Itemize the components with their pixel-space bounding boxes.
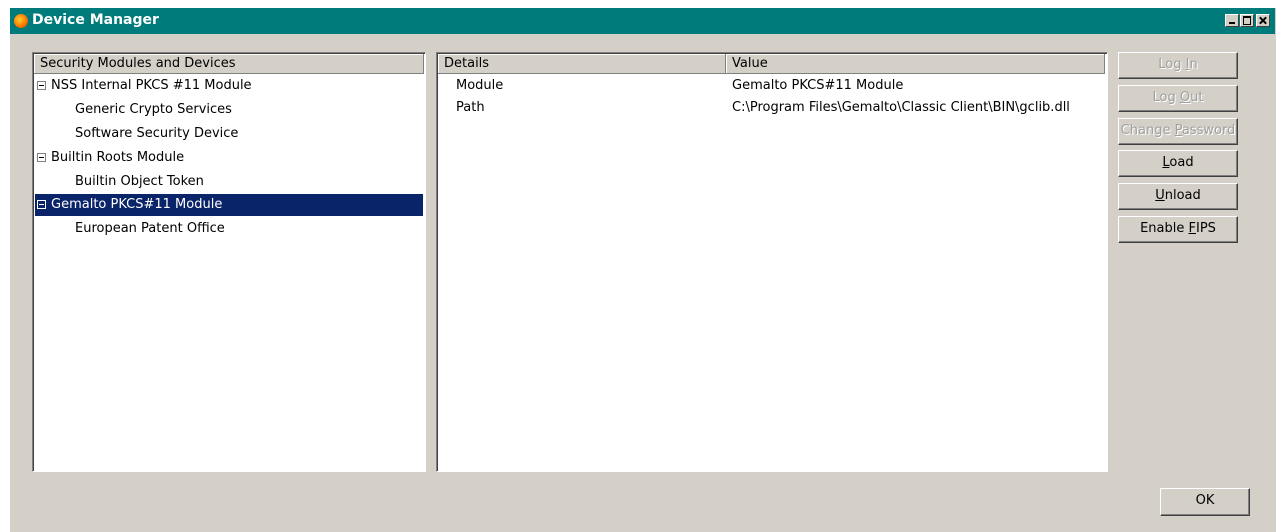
- window-title: Device Manager: [32, 12, 159, 28]
- button-label-part: IPS: [1195, 221, 1216, 236]
- button-accelerator: F: [1188, 221, 1196, 236]
- collapse-icon[interactable]: [37, 153, 46, 162]
- modules-tree-panel[interactable]: Security Modules and Devices NSS Interna…: [32, 52, 426, 472]
- tree-item-label: NSS Internal PKCS #11 Module: [51, 78, 252, 93]
- detail-key: Path: [456, 100, 485, 115]
- tree-item-software-security[interactable]: Software Security Device: [35, 123, 423, 145]
- collapse-icon[interactable]: [37, 200, 46, 209]
- device-manager-window: Device Manager Security Modules and Devi…: [10, 8, 1276, 532]
- tree-item-label: European Patent Office: [75, 221, 225, 236]
- detail-row-module[interactable]: Module Gemalto PKCS#11 Module: [439, 75, 1105, 97]
- tree-item-label: Gemalto PKCS#11 Module: [51, 197, 223, 212]
- tree-item-label: Software Security Device: [75, 126, 239, 141]
- tree-item-label: Builtin Object Token: [75, 174, 204, 189]
- log-in-button[interactable]: Log In: [1118, 52, 1238, 79]
- button-label-part: Change: [1120, 123, 1175, 138]
- button-label-part: ut: [1190, 90, 1204, 105]
- ok-button[interactable]: OK: [1160, 488, 1250, 516]
- tree-item-european-patent-office[interactable]: European Patent Office: [35, 218, 423, 240]
- title-bar[interactable]: Device Manager: [10, 8, 1275, 34]
- minimize-icon[interactable]: [1225, 14, 1239, 27]
- tree-item-generic-crypto[interactable]: Generic Crypto Services: [35, 99, 423, 121]
- change-password-button[interactable]: Change Password: [1118, 118, 1238, 145]
- button-accelerator: U: [1155, 188, 1165, 203]
- detail-key: Module: [456, 78, 504, 93]
- button-label-part: Log: [1158, 57, 1186, 72]
- firefox-icon: [14, 14, 28, 28]
- tree-column-header[interactable]: Security Modules and Devices: [34, 54, 424, 74]
- unload-button[interactable]: Unload: [1118, 183, 1238, 210]
- tree-item-label: Builtin Roots Module: [51, 150, 185, 165]
- details-column-header[interactable]: Details: [438, 54, 726, 74]
- close-icon[interactable]: [1256, 14, 1270, 27]
- button-accelerator: P: [1174, 123, 1182, 138]
- collapse-icon[interactable]: [37, 81, 46, 90]
- tree-item-label: Generic Crypto Services: [75, 102, 232, 117]
- tree-item-builtin-object-token[interactable]: Builtin Object Token: [35, 171, 423, 193]
- button-label-part: Enable: [1140, 221, 1189, 236]
- tree-item-nss-internal[interactable]: NSS Internal PKCS #11 Module: [35, 75, 423, 97]
- tree-item-builtin-roots[interactable]: Builtin Roots Module: [35, 147, 423, 169]
- maximize-icon[interactable]: [1240, 14, 1254, 27]
- button-label-part: nload: [1164, 188, 1201, 203]
- details-panel[interactable]: Details Value Module Gemalto PKCS#11 Mod…: [436, 52, 1108, 472]
- button-label-part: oad: [1169, 155, 1194, 170]
- button-label-part: assword: [1181, 123, 1236, 138]
- detail-row-path[interactable]: Path C:\Program Files\Gemalto\Classic Cl…: [439, 97, 1105, 119]
- value-column-header[interactable]: Value: [726, 54, 1105, 74]
- detail-value: Gemalto PKCS#11 Module: [732, 78, 904, 93]
- button-label-part: Log: [1152, 90, 1180, 105]
- log-out-button[interactable]: Log Out: [1118, 85, 1238, 112]
- tree-item-gemalto[interactable]: Gemalto PKCS#11 Module: [35, 194, 423, 216]
- detail-value: C:\Program Files\Gemalto\Classic Client\…: [732, 100, 1070, 115]
- load-button[interactable]: Load: [1118, 150, 1238, 177]
- enable-fips-button[interactable]: Enable FIPS: [1118, 216, 1238, 243]
- button-label-part: n: [1189, 57, 1198, 72]
- button-accelerator: O: [1179, 90, 1191, 105]
